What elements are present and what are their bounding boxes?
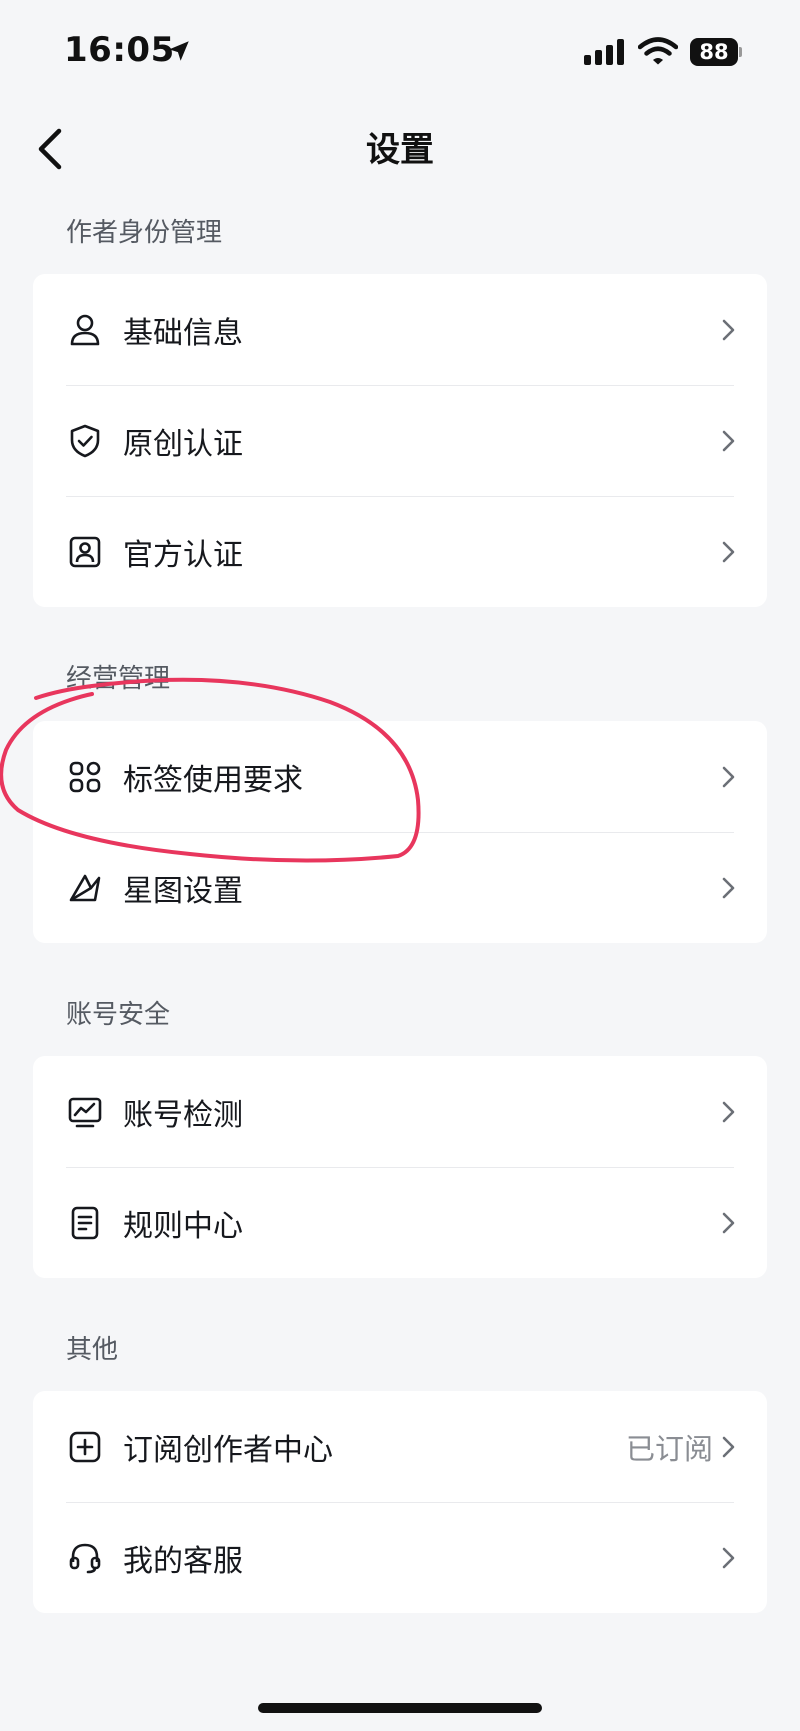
chevron-right-icon: [717, 1210, 739, 1236]
row-label: 订阅创作者中心: [123, 1432, 333, 1468]
id-badge-icon: [66, 533, 104, 571]
location-arrow-icon: [169, 41, 189, 61]
grid-four-icon: [66, 758, 104, 796]
chevron-right-icon: [717, 1434, 739, 1460]
chevron-right-icon: [717, 875, 739, 901]
wifi-icon: [638, 37, 678, 65]
chevron-right-icon: [717, 428, 739, 454]
settings-row-rules-center[interactable]: 规则中心: [33, 1167, 767, 1278]
row-label: 原创认证: [123, 426, 243, 462]
star-map-icon: [66, 869, 104, 907]
card-other: 订阅创作者中心 已订阅 我的客服: [33, 1391, 767, 1613]
card-identity: 基础信息 原创认证 官方认证: [33, 274, 767, 607]
section-label-business: 经营管理: [66, 664, 171, 694]
person-icon: [66, 311, 104, 349]
chevron-right-icon: [717, 539, 739, 565]
row-label: 规则中心: [123, 1208, 243, 1244]
settings-row-account-check[interactable]: 账号检测: [33, 1056, 767, 1167]
chevron-left-icon: [38, 128, 62, 170]
status-bar: 16:05 88: [0, 0, 800, 105]
row-label: 标签使用要求: [123, 762, 303, 798]
battery-icon: 88: [690, 38, 742, 66]
row-label: 我的客服: [123, 1543, 243, 1579]
settings-row-basic-info[interactable]: 基础信息: [33, 274, 767, 385]
nav-bar: 设置: [0, 105, 800, 195]
chevron-right-icon: [717, 764, 739, 790]
settings-row-original-cert[interactable]: 原创认证: [33, 385, 767, 496]
page-title: 设置: [366, 130, 434, 170]
plus-square-icon: [66, 1428, 104, 1466]
row-label: 账号检测: [123, 1097, 243, 1133]
chevron-right-icon: [717, 1545, 739, 1571]
status-time: 16:05: [64, 30, 175, 70]
battery-tip: [739, 47, 742, 57]
settings-row-customer-service[interactable]: 我的客服: [33, 1502, 767, 1613]
cellular-signal-icon: [584, 39, 624, 65]
settings-row-official-cert[interactable]: 官方认证: [33, 496, 767, 607]
row-label: 基础信息: [123, 315, 243, 351]
shield-check-icon: [66, 422, 104, 460]
chevron-right-icon: [717, 317, 739, 343]
section-label-identity: 作者身份管理: [66, 218, 223, 248]
card-security: 账号检测 规则中心: [33, 1056, 767, 1278]
document-icon: [66, 1204, 104, 1242]
row-label: 官方认证: [123, 537, 243, 573]
card-business: 标签使用要求 星图设置: [33, 721, 767, 943]
settings-row-star-map[interactable]: 星图设置: [33, 832, 767, 943]
settings-row-subscribe-creator[interactable]: 订阅创作者中心 已订阅: [33, 1391, 767, 1502]
section-label-security: 账号安全: [66, 1000, 171, 1030]
home-indicator: [258, 1703, 542, 1713]
chart-monitor-icon: [66, 1093, 104, 1131]
section-label-other: 其他: [66, 1335, 119, 1365]
settings-row-tag-requirements[interactable]: 标签使用要求: [33, 721, 767, 832]
subscription-status: 已订阅: [625, 1431, 713, 1466]
headset-icon: [66, 1539, 104, 1577]
chevron-right-icon: [717, 1099, 739, 1125]
row-label: 星图设置: [123, 873, 243, 909]
battery-level: 88: [690, 38, 738, 66]
back-button[interactable]: [20, 117, 80, 181]
